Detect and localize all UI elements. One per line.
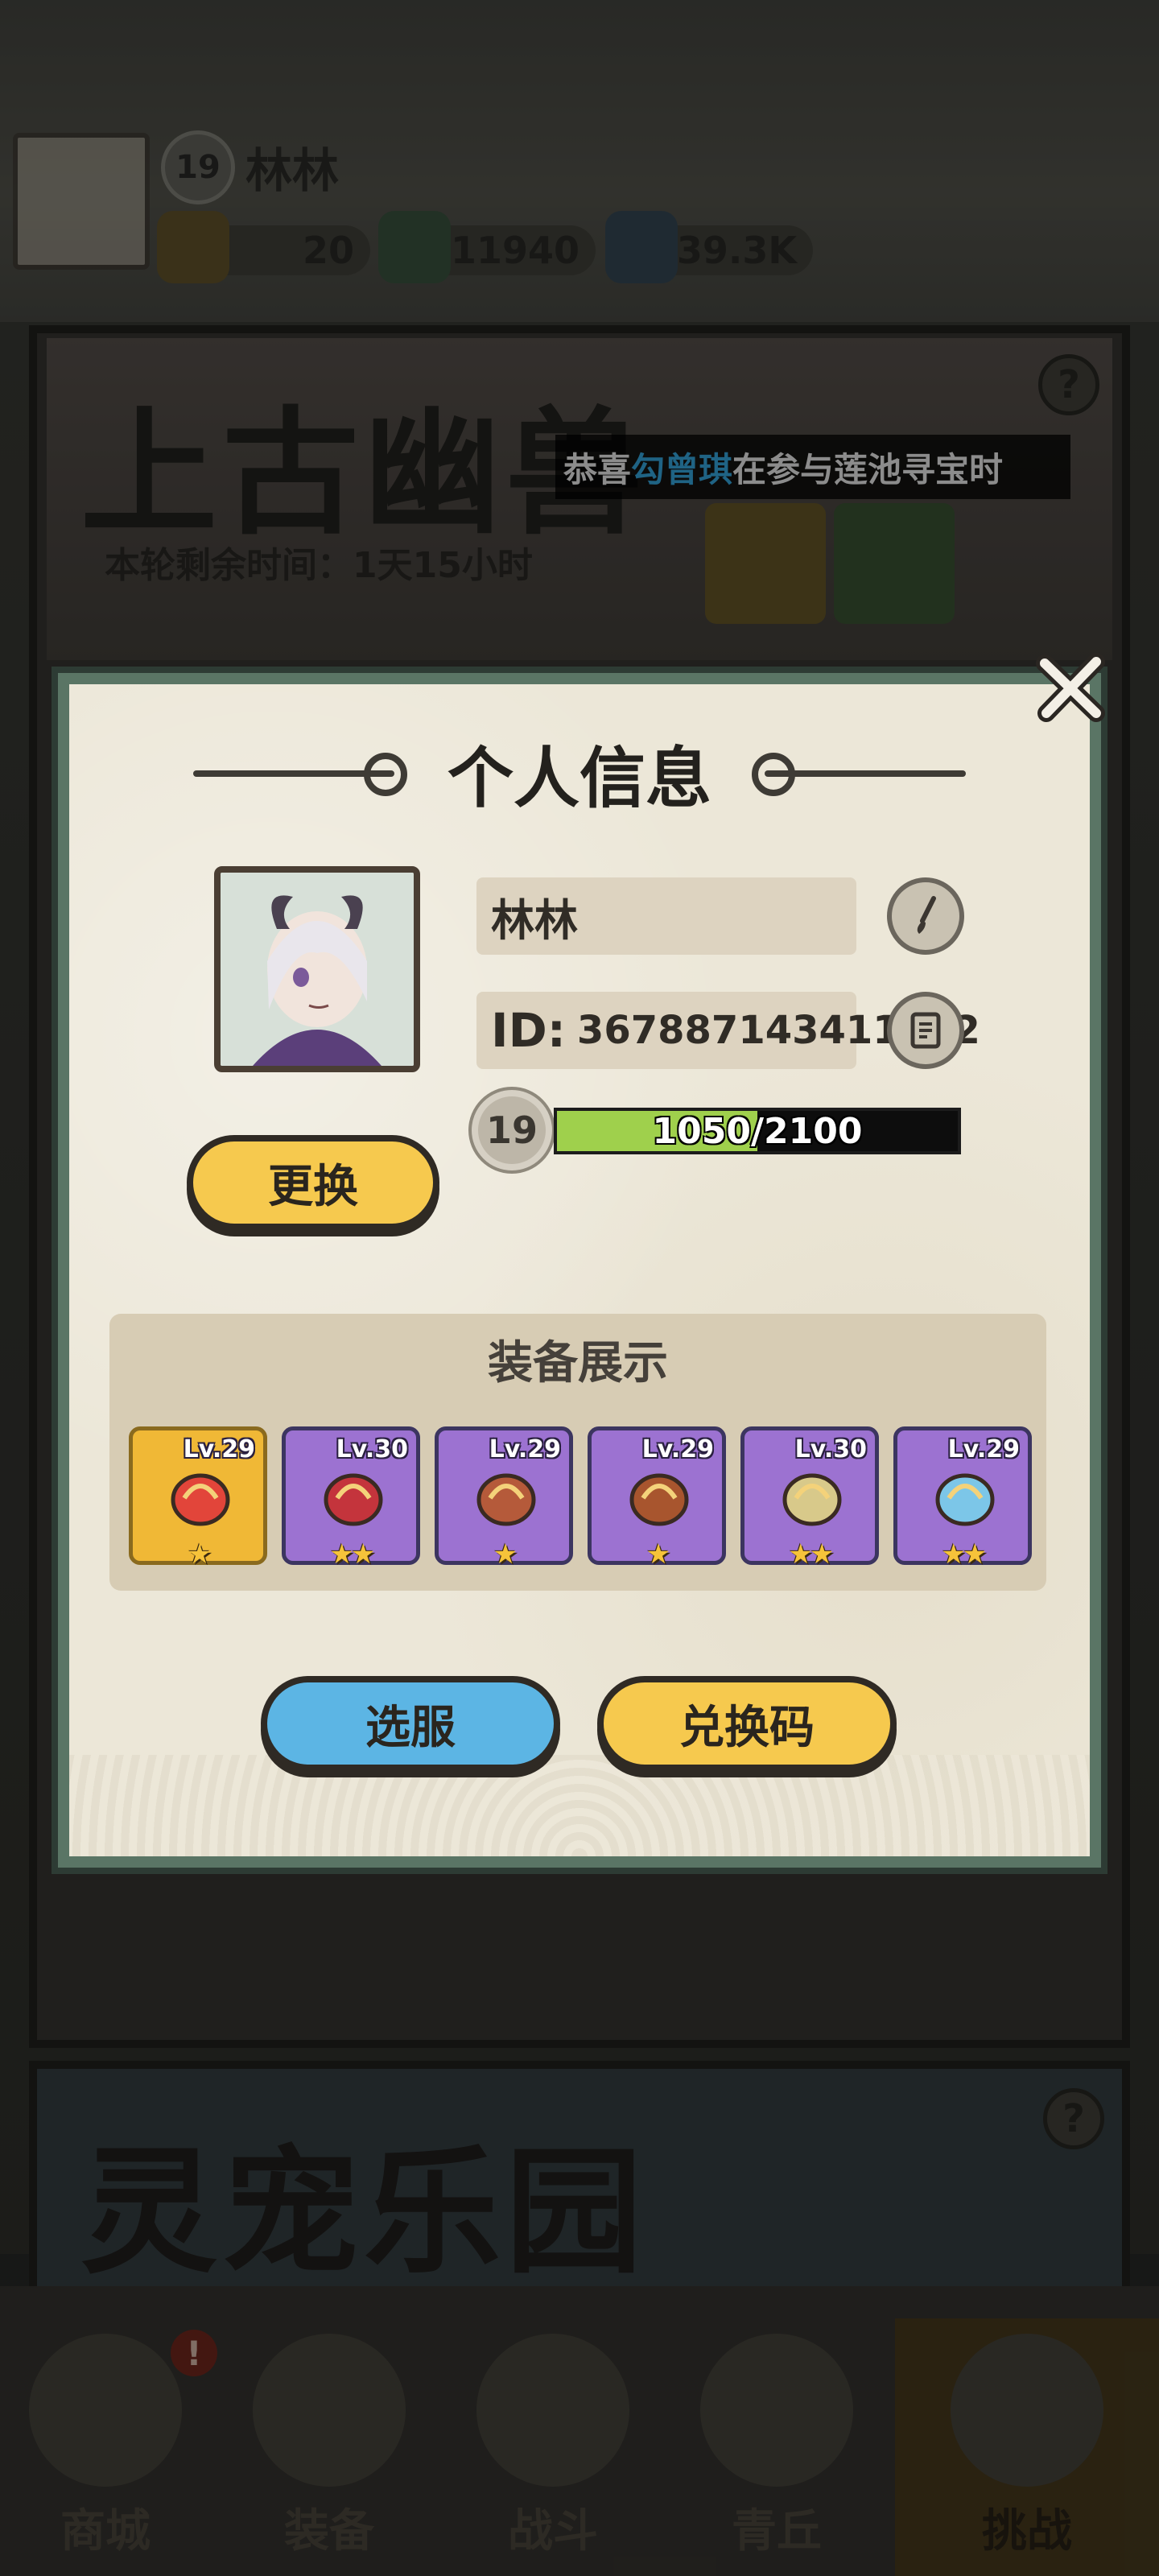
equipment-slot[interactable]: Lv.30 ★★ bbox=[740, 1426, 879, 1571]
id-label: ID: bbox=[491, 1003, 566, 1058]
equipment-stars: ★ bbox=[645, 1538, 670, 1571]
player-name-field: 林林 bbox=[476, 877, 856, 955]
equipment-slot[interactable]: Lv.29 ★ bbox=[435, 1426, 573, 1571]
player-id-field: ID: 367887143411712 bbox=[476, 992, 980, 1069]
equipment-slot[interactable]: Lv.29 ★ bbox=[129, 1426, 267, 1571]
helmet-icon bbox=[324, 1473, 383, 1526]
equipment-stars: ★★ bbox=[329, 1538, 376, 1571]
equipment-showcase-title: 装备展示 bbox=[488, 1337, 668, 1389]
xp-progress-text: 1050/2100 bbox=[652, 1110, 863, 1152]
close-icon bbox=[1036, 653, 1105, 722]
copy-id-button[interactable] bbox=[887, 992, 964, 1069]
crystal-amulet-icon bbox=[935, 1473, 995, 1526]
player-level-badge: 19 bbox=[472, 1090, 552, 1170]
equipment-stars: ★ bbox=[187, 1538, 212, 1571]
modal-wave-pattern bbox=[69, 1755, 1090, 1856]
rename-button[interactable] bbox=[887, 877, 964, 955]
equipment-stars: ★★ bbox=[788, 1538, 835, 1571]
copy-icon bbox=[910, 1012, 941, 1049]
equipment-slot[interactable]: Lv.30 ★★ bbox=[282, 1426, 420, 1571]
brush-icon bbox=[917, 896, 936, 934]
modal-title: 个人信息 bbox=[447, 741, 711, 817]
server-select-button[interactable]: 选服 bbox=[261, 1676, 560, 1771]
change-avatar-button[interactable]: 更换 bbox=[187, 1135, 439, 1230]
profile-modal-paper bbox=[69, 684, 1090, 1856]
boots-icon bbox=[782, 1473, 842, 1526]
sash-icon bbox=[476, 1473, 536, 1526]
character-portrait-icon bbox=[221, 873, 414, 1066]
close-button[interactable] bbox=[1030, 647, 1111, 728]
redeem-code-button[interactable]: 兑换码 bbox=[597, 1676, 897, 1771]
equipment-stars: ★ bbox=[493, 1538, 518, 1571]
equipment-stars: ★★ bbox=[941, 1538, 988, 1571]
profile-avatar bbox=[214, 866, 420, 1072]
fan-weapon-icon bbox=[171, 1473, 230, 1526]
equipment-slot[interactable]: Lv.29 ★★ bbox=[893, 1426, 1032, 1571]
belt-icon bbox=[629, 1473, 689, 1526]
equipment-slot[interactable]: Lv.29 ★ bbox=[588, 1426, 726, 1571]
